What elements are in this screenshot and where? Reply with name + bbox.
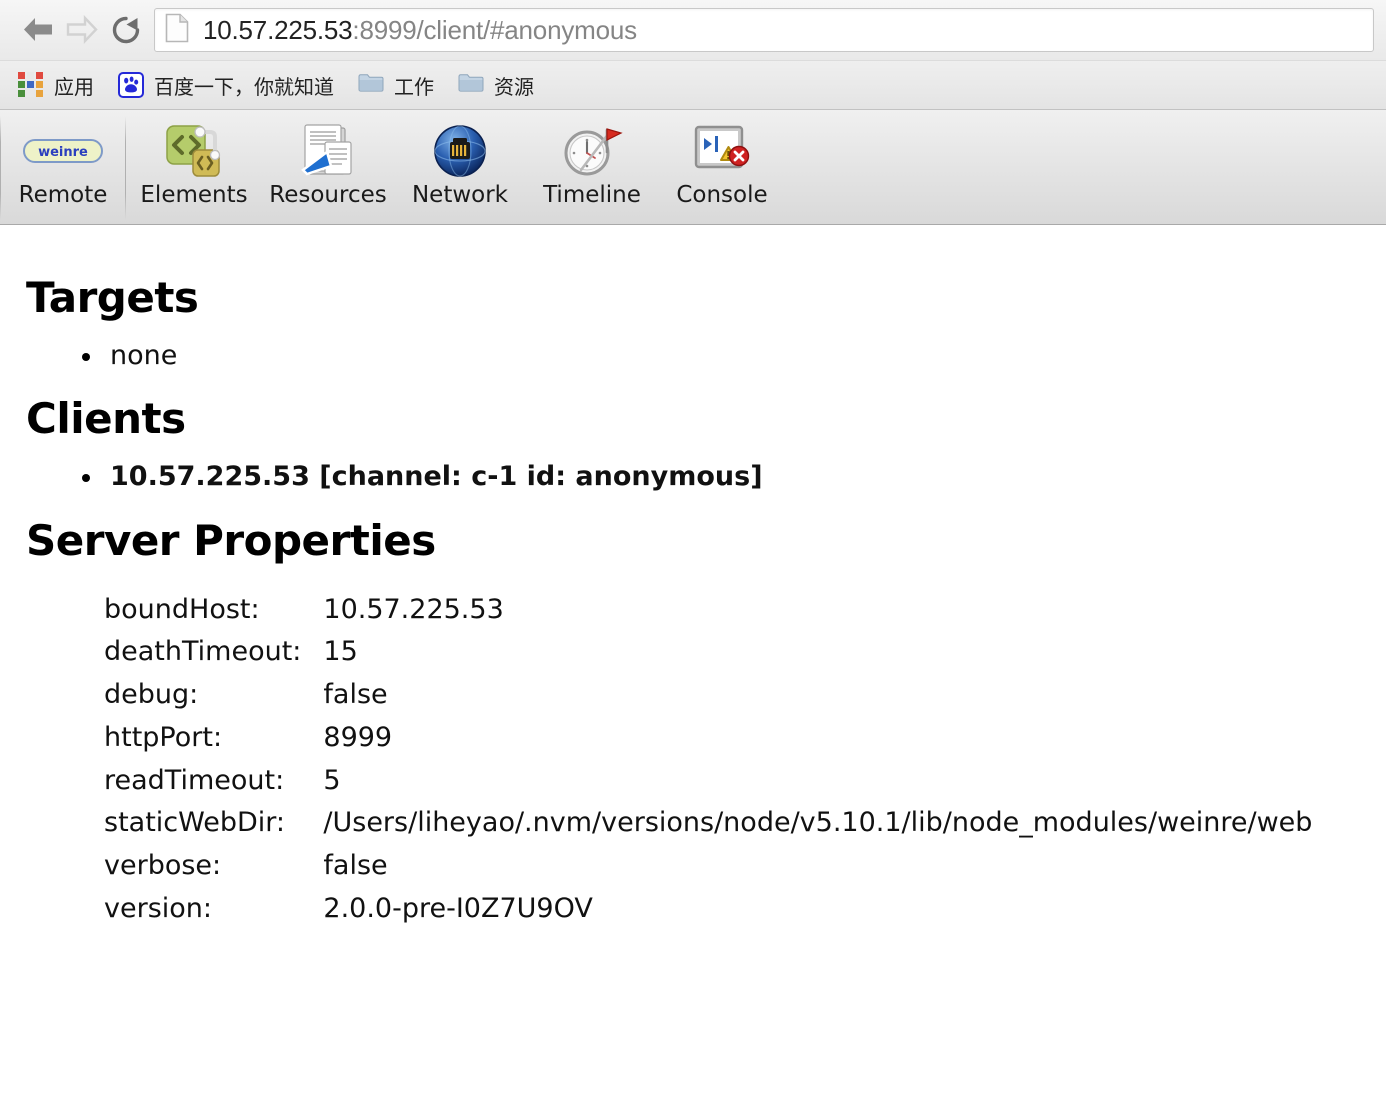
forward-button [60,8,104,52]
property-value: /Users/liheyao/.nvm/versions/node/v5.10.… [323,807,1313,839]
weinre-logo-icon: weinre [21,120,105,182]
bookmark-baidu[interactable]: 百度一下，你就知道 [114,68,344,102]
resources-documents-icon [297,120,359,182]
clients-heading: Clients [26,394,186,444]
bookmark-baidu-label: 百度一下，你就知道 [154,74,334,99]
folder-icon [458,72,484,98]
reload-button[interactable] [104,8,148,52]
url-path: :8999/client/#anonymous [352,14,637,45]
back-arrow-icon [21,15,55,45]
network-globe-icon [430,120,490,182]
table-row: deathTimeout: 15 [104,637,1312,680]
bookmark-resources-folder[interactable]: 资源 [454,68,544,102]
clients-list: 10.57.225.53 [channel: c-1 id: anonymous… [26,461,1360,493]
property-key: verbose: [104,849,222,881]
tab-remote[interactable]: weinre Remote [1,110,125,224]
bookmark-work-label: 工作 [394,74,434,99]
tab-timeline-label: Timeline [543,182,641,208]
browser-chrome: 10.57.225.53:8999/client/#anonymous 应用 百… [0,0,1386,110]
tab-elements-label: Elements [140,182,248,208]
tab-network-label: Network [411,182,509,208]
bookmarks-bar: 应用 百度一下，你就知道 工作 资源 [0,60,1386,110]
bookmark-resources-label: 资源 [494,74,534,99]
forward-arrow-icon [65,15,99,45]
tab-remote-label: Remote [18,182,108,208]
table-row: staticWebDir: /Users/liheyao/.nvm/versio… [104,808,1312,851]
property-key: debug: [104,679,199,711]
targets-heading: Targets [26,273,199,322]
weinre-remote-page: Targets none Clients 10.57.225.53 [chann… [0,225,1386,1117]
list-item: 10.57.225.53 [channel: c-1 id: anonymous… [82,461,1360,493]
property-value: 2.0.0-pre-I0Z7U9OV [323,892,593,924]
weinre-panel-toolbar: weinre Remote Elements Resources Network… [0,110,1386,225]
property-key: readTimeout: [104,764,285,796]
url-host: 10.57.225.53 [203,14,353,45]
tab-console[interactable]: Console [658,110,786,224]
tab-resources[interactable]: Resources [262,110,394,224]
apps-grid-icon [18,72,44,98]
tab-elements[interactable]: Elements [126,110,262,224]
table-row: verbose: false [104,851,1312,894]
tab-resources-label: Resources [269,182,387,208]
address-bar-text: 10.57.225.53:8999/client/#anonymous [203,15,637,46]
tab-network[interactable]: Network [394,110,526,224]
property-key: boundHost: [104,593,260,625]
property-key: deathTimeout: [104,636,302,668]
property-value: 15 [323,636,358,668]
property-key: httpPort: [104,721,223,753]
property-key: version: [104,892,212,924]
list-item: none [82,340,1360,372]
console-warning-icon [691,120,753,182]
property-value: 10.57.225.53 [323,593,504,625]
browser-navigation-bar: 10.57.225.53:8999/client/#anonymous [0,0,1386,60]
bookmark-work-folder[interactable]: 工作 [354,68,444,102]
tab-console-label: Console [676,182,768,208]
table-row: debug: false [104,680,1312,723]
back-button[interactable] [16,8,60,52]
table-row: httpPort: 8999 [104,723,1312,766]
server-properties-table: boundHost: 10.57.225.53 deathTimeout: 15… [104,595,1312,937]
table-row: boundHost: 10.57.225.53 [104,595,1312,638]
targets-list: none [26,340,1360,372]
reload-icon [110,14,142,46]
tab-timeline[interactable]: Timeline [526,110,658,224]
property-value: 8999 [323,721,393,753]
server-properties-heading: Server Properties [26,515,436,565]
property-value: false [323,849,388,881]
table-row: readTimeout: 5 [104,764,1312,809]
folder-icon [358,72,384,98]
bookmark-apps-label: 应用 [54,74,94,99]
page-document-icon [165,13,189,47]
bookmark-apps[interactable]: 应用 [14,68,104,102]
property-value: false [323,679,388,711]
table-row: version: 2.0.0-pre-I0Z7U9OV [104,892,1312,937]
elements-code-icon [163,120,225,182]
address-bar[interactable]: 10.57.225.53:8999/client/#anonymous [154,8,1374,52]
baidu-paw-icon [118,72,144,98]
svg-text:weinre: weinre [38,145,88,160]
property-key: staticWebDir: [104,807,286,839]
property-value: 5 [323,764,341,796]
timeline-clock-flag-icon [561,120,623,182]
